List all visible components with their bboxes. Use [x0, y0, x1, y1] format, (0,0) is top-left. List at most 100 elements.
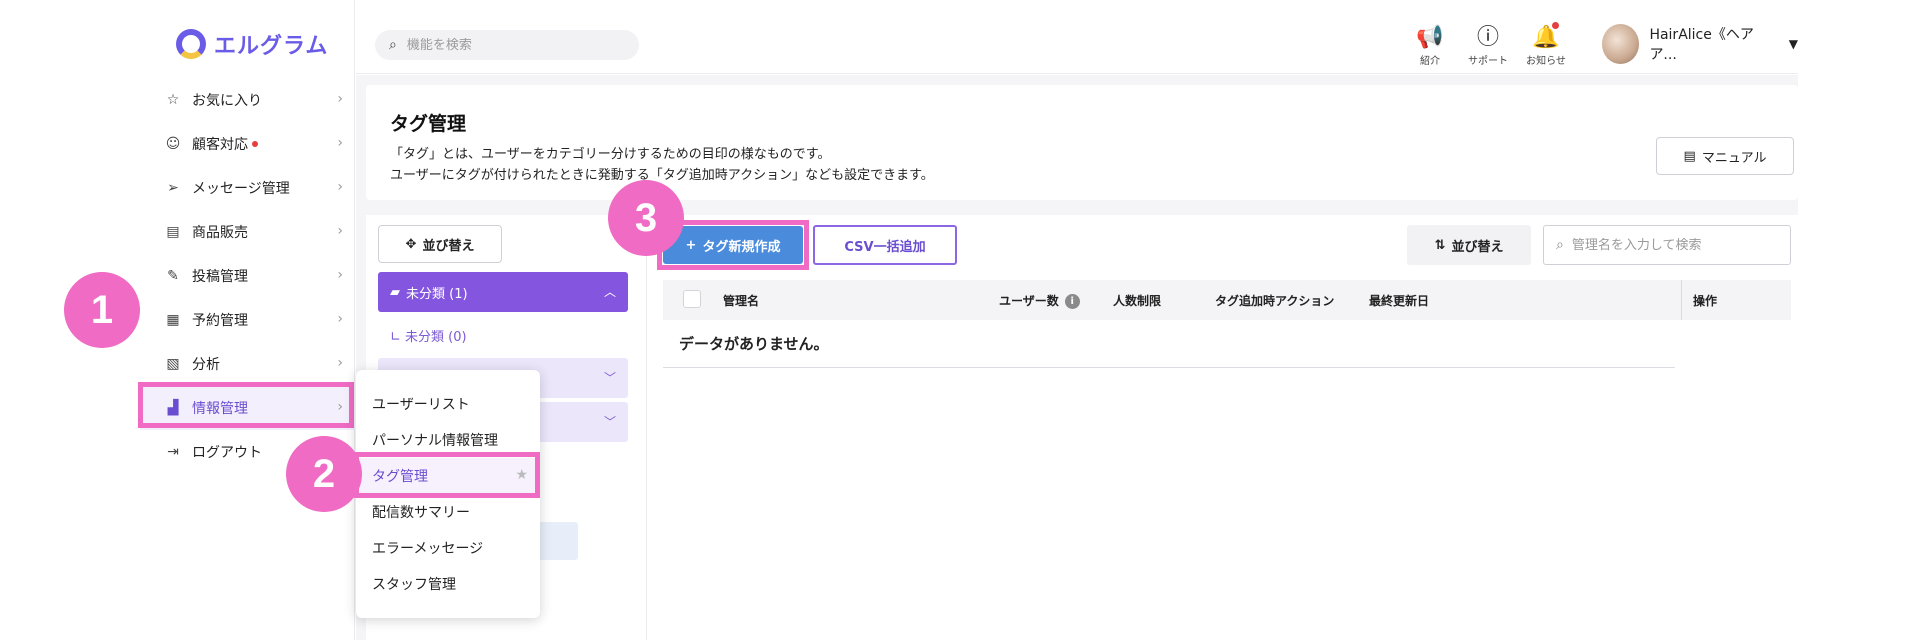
- notification-dot: [1552, 22, 1559, 29]
- column-updated[interactable]: 最終更新日: [1369, 292, 1429, 309]
- step-badge-1: 1: [64, 272, 140, 348]
- step-badge-3: 3: [608, 180, 684, 256]
- column-user-count-label: ユーザー数: [999, 294, 1059, 308]
- chevron-right-icon: ›: [337, 399, 343, 415]
- app-root: エルグラム ☆ お気に入り › ☺ 顧客対応 › ➢ メッセージ管理 › ▤ 商…: [0, 0, 1920, 640]
- move-icon: ✥: [405, 236, 417, 252]
- sidebar-item-favorites[interactable]: ☆ お気に入り ›: [140, 78, 355, 122]
- notice-button[interactable]: 🔔 お知らせ: [1520, 22, 1572, 67]
- sort-icon: ⇅: [1434, 237, 1446, 253]
- sidebar-item-label: メッセージ管理: [192, 181, 290, 197]
- chevron-down-icon: ﹀: [603, 371, 616, 385]
- info-card: タグ管理 「タグ」とは、ユーザーをカテゴリー分けするための目印の様なものです。 …: [366, 85, 1798, 200]
- sidebar-item-analysis[interactable]: ▧ 分析 ›: [140, 342, 355, 386]
- create-tag-label: タグ新規作成: [702, 239, 781, 255]
- help-icon: ⓘ: [1476, 25, 1499, 50]
- user-name: HairAlice《ヘアア...: [1649, 27, 1754, 63]
- book-icon: ▤: [1683, 148, 1696, 164]
- search-icon: ⌕: [389, 37, 397, 53]
- feature-search-input[interactable]: [406, 37, 607, 53]
- column-name[interactable]: 管理名: [723, 292, 759, 309]
- column-operation: 操作: [1693, 294, 1718, 308]
- step-badge-2: 2: [286, 436, 362, 512]
- logo[interactable]: エルグラム: [176, 28, 328, 60]
- folder-label: 未分類 (1): [406, 286, 468, 302]
- notification-dot: [252, 141, 258, 147]
- folder-icon: ▰: [390, 284, 400, 300]
- referral-label: 紹介: [1420, 56, 1440, 67]
- sort-label: 並び替え: [1451, 239, 1504, 255]
- user-menu[interactable]: HairAlice《ヘアア... ▼: [1602, 24, 1798, 64]
- sidebar-item-reservation[interactable]: ▦ 予約管理 ›: [140, 298, 355, 342]
- manual-button[interactable]: ▤ マニュアル: [1656, 137, 1794, 175]
- chevron-up-icon: ︿: [603, 285, 616, 299]
- sidebar-item-label: 投稿管理: [192, 269, 248, 285]
- tag-list-panel: + タグ新規作成 CSV一括追加 ⇅ 並び替え ⌕ 管理名 ユーザー数 i 人数制…: [646, 215, 1798, 640]
- main-area: タグ管理 「タグ」とは、ユーザーをカテゴリー分けするための目印の様なものです。 …: [356, 75, 1798, 640]
- search-icon: ⌕: [1556, 237, 1564, 253]
- bar-chart-icon: ▟: [167, 400, 179, 416]
- submenu-item-delivery-summary[interactable]: 配信数サマリー: [356, 494, 540, 530]
- column-action[interactable]: タグ追加時アクション: [1215, 292, 1334, 309]
- sidebar-item-label: 情報管理: [192, 401, 248, 417]
- sidebar-item-shop[interactable]: ▤ 商品販売 ›: [140, 210, 355, 254]
- avatar: [1602, 24, 1640, 64]
- sort-label: 並び替え: [422, 238, 475, 254]
- chevron-right-icon: ›: [337, 91, 343, 107]
- star-icon[interactable]: ★: [515, 467, 528, 483]
- column-limit[interactable]: 人数制限: [1113, 292, 1161, 309]
- submenu-item-label: タグ管理: [372, 469, 428, 485]
- info-icon[interactable]: i: [1064, 294, 1080, 309]
- sidebar-item-label: お気に入り: [192, 93, 262, 109]
- sidebar-item-info[interactable]: ▟ 情報管理 ›: [140, 386, 355, 430]
- tag-search-input[interactable]: [1571, 237, 1772, 253]
- sidebar-item-label: 顧客対応: [192, 137, 248, 153]
- referral-button[interactable]: 📢 紹介: [1404, 25, 1456, 68]
- page-description-1: 「タグ」とは、ユーザーをカテゴリー分けするための目印の様なものです。: [390, 147, 831, 162]
- sidebar-item-post[interactable]: ✎ 投稿管理 ›: [140, 254, 355, 298]
- sidebar-item-label: 予約管理: [192, 313, 248, 329]
- empty-message: データがありません。: [663, 320, 1675, 368]
- submenu-item-staff[interactable]: スタッフ管理: [356, 566, 540, 602]
- feature-search: ⌕: [375, 30, 639, 60]
- sidebar-item-label: 商品販売: [192, 225, 248, 241]
- sidebar-item-message[interactable]: ➢ メッセージ管理 ›: [140, 166, 355, 210]
- send-icon: ➢: [167, 180, 179, 196]
- person-icon: ☺: [165, 136, 181, 152]
- submenu-item-user-list[interactable]: ユーザーリスト: [356, 386, 540, 422]
- plus-icon: +: [685, 237, 697, 253]
- megaphone-icon: 📢: [1416, 25, 1444, 50]
- star-icon: ☆: [166, 92, 180, 108]
- submenu-item-personal-info[interactable]: パーソナル情報管理: [356, 422, 540, 458]
- csv-import-button[interactable]: CSV一括追加: [813, 225, 957, 265]
- shop-icon: ▤: [166, 224, 180, 240]
- edit-icon: ✎: [167, 268, 179, 284]
- table-header: 管理名 ユーザー数 i 人数制限 タグ追加時アクション 最終更新日 操作: [663, 280, 1791, 320]
- bell-icon: 🔔: [1520, 22, 1572, 50]
- folder-uncategorized[interactable]: ▰ 未分類 (1) ︿: [378, 272, 628, 312]
- info-submenu: ユーザーリスト パーソナル情報管理 タグ管理 ★ 配信数サマリー エラーメッセー…: [356, 370, 540, 618]
- support-label: サポート: [1468, 56, 1508, 67]
- tag-sort-button[interactable]: ⇅ 並び替え: [1407, 225, 1531, 265]
- support-button[interactable]: ⓘ サポート: [1462, 25, 1514, 68]
- page-title: タグ管理: [390, 113, 467, 135]
- calendar-icon: ▦: [166, 312, 180, 328]
- create-tag-button[interactable]: + タグ新規作成: [663, 226, 803, 264]
- sidebar-nav: ☆ お気に入り › ☺ 顧客対応 › ➢ メッセージ管理 › ▤ 商品販売 ›: [140, 78, 355, 474]
- caret-down-icon: ▼: [1788, 37, 1798, 51]
- sidebar: エルグラム ☆ お気に入り › ☺ 顧客対応 › ➢ メッセージ管理 › ▤ 商…: [140, 0, 355, 640]
- logo-icon: [176, 29, 206, 59]
- column-divider: [1681, 280, 1682, 320]
- sidebar-item-customer[interactable]: ☺ 顧客対応 ›: [140, 122, 355, 166]
- sub-folder-uncategorized[interactable]: ∟ 未分類 (0): [390, 326, 467, 345]
- logo-text: エルグラム: [214, 34, 329, 59]
- select-all-checkbox[interactable]: [683, 290, 701, 308]
- folder-sort-button[interactable]: ✥ 並び替え: [378, 225, 502, 263]
- submenu-item-error-message[interactable]: エラーメッセージ: [356, 530, 540, 566]
- chevron-right-icon: ›: [337, 311, 343, 327]
- column-user-count[interactable]: ユーザー数 i: [999, 292, 1080, 309]
- topbar: ⌕ 📢 紹介 ⓘ サポート 🔔 お知らせ HairAlice《ヘアア... ▼: [356, 0, 1798, 74]
- manual-label: マニュアル: [1701, 150, 1767, 166]
- submenu-item-tag-management[interactable]: タグ管理 ★: [356, 458, 540, 494]
- logout-icon: ⇥: [167, 444, 179, 460]
